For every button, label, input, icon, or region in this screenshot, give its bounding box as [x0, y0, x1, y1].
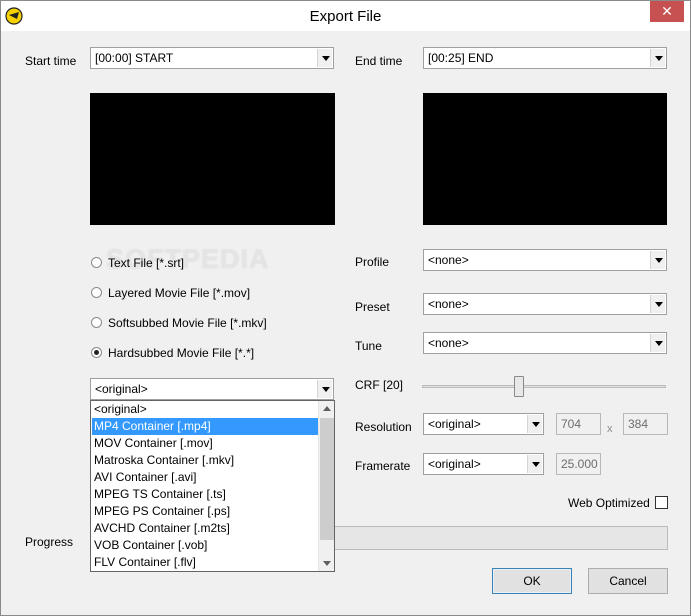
- list-item[interactable]: MPEG PS Container [.ps]: [92, 503, 318, 520]
- profile-label: Profile: [355, 255, 390, 269]
- radio-label-layered-movie[interactable]: Layered Movie File [*.mov]: [108, 286, 250, 300]
- crf-slider-thumb[interactable]: [514, 376, 524, 397]
- framerate-fps-field[interactable]: 25.000: [556, 453, 601, 475]
- title-bar: Export File ✕: [1, 1, 690, 31]
- web-optimized-label[interactable]: Web Optimized: [568, 496, 650, 510]
- radio-text-file[interactable]: [91, 257, 102, 268]
- start-preview: [90, 93, 335, 225]
- radio-label-softsubbed-movie[interactable]: Softsubbed Movie File [*.mkv]: [108, 316, 267, 330]
- ok-button[interactable]: OK: [492, 568, 572, 594]
- preset-label: Preset: [355, 300, 390, 314]
- list-item[interactable]: Matroska Container [.mkv]: [92, 452, 318, 469]
- resolution-value: <original>: [428, 417, 481, 431]
- radio-label-text-file[interactable]: Text File [*.srt]: [108, 256, 184, 270]
- resolution-select[interactable]: <original>: [423, 413, 544, 435]
- start-time-label: Start time: [25, 54, 77, 68]
- start-time-select[interactable]: [00:00] START: [90, 47, 334, 69]
- list-item-highlighted[interactable]: MP4 Container [.mp4]: [92, 418, 318, 435]
- crf-label: CRF [20]: [355, 378, 404, 392]
- chevron-down-icon[interactable]: [527, 455, 542, 473]
- end-time-label: End time: [355, 54, 403, 68]
- web-optimized-checkbox[interactable]: [655, 496, 668, 509]
- chevron-down-icon[interactable]: [317, 380, 332, 398]
- list-item[interactable]: VOB Container [.vob]: [92, 537, 318, 554]
- end-time-value: [00:25] END: [428, 51, 494, 65]
- scroll-down-icon[interactable]: [319, 555, 335, 571]
- tune-value: <none>: [428, 336, 469, 350]
- chevron-down-icon[interactable]: [650, 334, 665, 352]
- framerate-value: <original>: [428, 457, 481, 471]
- radio-softsubbed-movie[interactable]: [91, 317, 102, 328]
- dropdown-scrollbar[interactable]: [318, 401, 334, 571]
- list-item[interactable]: AVCHD Container [.m2ts]: [92, 520, 318, 537]
- list-item[interactable]: MPEG TS Container [.ts]: [92, 486, 318, 503]
- cancel-button[interactable]: Cancel: [588, 568, 668, 594]
- container-select[interactable]: <original>: [90, 378, 334, 400]
- profile-value: <none>: [428, 253, 469, 267]
- crf-slider-track[interactable]: [422, 385, 666, 388]
- chevron-down-icon[interactable]: [650, 49, 665, 67]
- scrollbar-thumb[interactable]: [320, 418, 334, 540]
- container-value: <original>: [95, 382, 148, 396]
- list-item[interactable]: FLV Container [.flv]: [92, 554, 318, 571]
- chevron-down-icon[interactable]: [527, 415, 542, 433]
- framerate-select[interactable]: <original>: [423, 453, 544, 475]
- end-time-select[interactable]: [00:25] END: [423, 47, 667, 69]
- radio-hardsubbed-movie[interactable]: [91, 347, 102, 358]
- resolution-width-field[interactable]: 704: [556, 413, 601, 435]
- preset-value: <none>: [428, 297, 469, 311]
- framerate-label: Framerate: [355, 459, 411, 473]
- tune-label: Tune: [355, 339, 382, 353]
- profile-select[interactable]: <none>: [423, 249, 667, 271]
- end-preview: [423, 93, 667, 225]
- resolution-height-field[interactable]: 384: [623, 413, 668, 435]
- resolution-label: Resolution: [355, 420, 412, 434]
- progress-bar: [324, 526, 668, 550]
- preset-select[interactable]: <none>: [423, 293, 667, 315]
- container-dropdown-list[interactable]: <original> MP4 Container [.mp4] MOV Cont…: [90, 400, 335, 572]
- list-item[interactable]: <original>: [92, 401, 318, 418]
- progress-label: Progress: [25, 535, 74, 549]
- tune-select[interactable]: <none>: [423, 332, 667, 354]
- scroll-up-icon[interactable]: [319, 401, 335, 417]
- list-item[interactable]: AVI Container [.avi]: [92, 469, 318, 486]
- list-item[interactable]: MOV Container [.mov]: [92, 435, 318, 452]
- start-time-value: [00:00] START: [95, 51, 174, 65]
- chevron-down-icon[interactable]: [650, 295, 665, 313]
- close-button[interactable]: ✕: [650, 1, 684, 22]
- export-file-dialog: Export File ✕ Start time [00:00] START E…: [0, 0, 691, 616]
- radio-layered-movie[interactable]: [91, 287, 102, 298]
- radio-label-hardsubbed-movie[interactable]: Hardsubbed Movie File [*.*]: [108, 346, 254, 360]
- resolution-separator: x: [607, 423, 613, 435]
- chevron-down-icon[interactable]: [650, 251, 665, 269]
- window-title: Export File: [309, 8, 382, 25]
- chevron-down-icon[interactable]: [317, 49, 332, 67]
